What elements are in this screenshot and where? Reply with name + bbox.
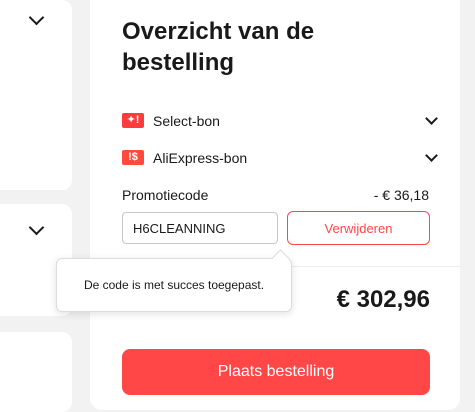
left-section-card-1 xyxy=(0,0,72,190)
promo-code-input[interactable] xyxy=(122,212,278,244)
promo-success-tooltip: De code is met succes toegepast. xyxy=(56,249,292,312)
tooltip-text: De code is met succes toegepast. xyxy=(83,278,265,292)
chevron-down-icon[interactable] xyxy=(425,112,438,125)
promo-code-label: Promotiecode xyxy=(122,187,209,203)
promo-discount-value: - € 36,18 xyxy=(373,187,429,203)
aliexpress-coupon-icon: !$ xyxy=(122,150,144,165)
aliexpress-coupon-label: AliExpress-bon xyxy=(153,150,248,166)
select-coupon-icon: ✦! xyxy=(122,113,144,128)
remove-promo-button[interactable]: Verwijderen xyxy=(287,211,430,245)
place-order-button[interactable]: Plaats bestelling xyxy=(122,349,430,395)
select-coupon-row[interactable]: ✦! Select-bon xyxy=(122,112,440,132)
select-coupon-label: Select-bon xyxy=(153,113,220,129)
page-title: Overzicht van de bestelling xyxy=(122,18,315,76)
chevron-down-icon[interactable] xyxy=(425,149,438,162)
left-section-card-3 xyxy=(0,332,72,412)
order-total: € 302,96 xyxy=(336,286,430,313)
aliexpress-coupon-row[interactable]: !$ AliExpress-bon xyxy=(122,149,440,169)
order-summary-panel: Overzicht van de bestelling ✦! Select-bo… xyxy=(90,0,460,410)
